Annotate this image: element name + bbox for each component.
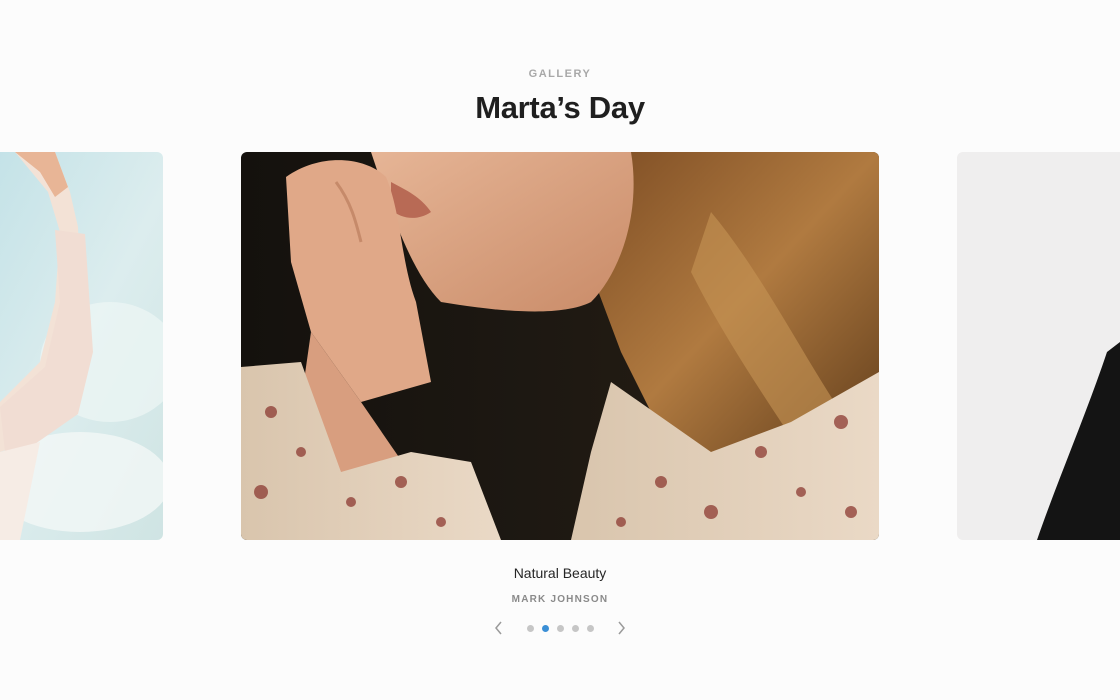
chevron-right-icon bbox=[618, 621, 625, 635]
slide-current-photo bbox=[241, 152, 879, 540]
section-eyebrow: GALLERY bbox=[528, 68, 592, 80]
slide-next-photo bbox=[957, 152, 1120, 540]
prev-slide-button[interactable] bbox=[490, 617, 509, 639]
pagination-dot[interactable] bbox=[556, 624, 564, 632]
slide-current[interactable] bbox=[241, 152, 879, 540]
pagination-dot[interactable] bbox=[586, 624, 594, 632]
slide-previous-photo bbox=[0, 152, 163, 540]
next-slide-button[interactable] bbox=[612, 617, 631, 639]
page-title: Marta’s Day bbox=[475, 90, 645, 125]
chevron-left-icon bbox=[495, 621, 502, 635]
pagination-dots bbox=[523, 624, 598, 632]
slide-previous[interactable] bbox=[0, 152, 163, 540]
slide-next[interactable] bbox=[957, 152, 1120, 540]
pagination-dot[interactable] bbox=[526, 624, 534, 632]
gallery-pagination bbox=[490, 617, 630, 639]
gallery-page: GALLERY Marta’s Day Natural Beauty MARK … bbox=[0, 0, 1120, 700]
pagination-dot[interactable] bbox=[571, 624, 579, 632]
pagination-dot[interactable] bbox=[541, 624, 549, 632]
slide-author: MARK JOHNSON bbox=[511, 594, 609, 605]
slide-caption: Natural Beauty bbox=[513, 565, 607, 581]
